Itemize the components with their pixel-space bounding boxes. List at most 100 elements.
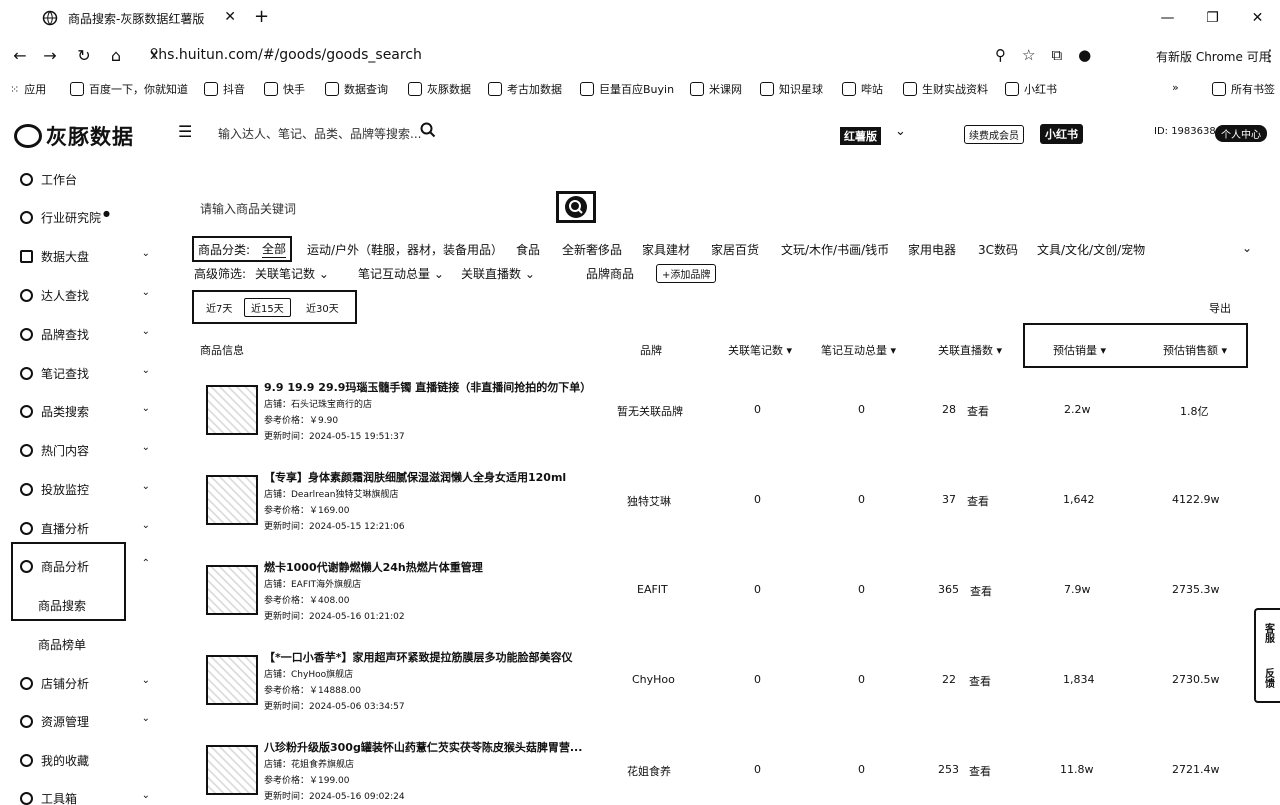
product-thumbnail[interactable] (206, 655, 258, 705)
bookmark-item[interactable]: 小红书 (1005, 81, 1057, 97)
product-thumbnail[interactable] (206, 385, 258, 435)
xhs-button[interactable]: 小红书 (1040, 124, 1083, 144)
col-interaction[interactable]: 笔记互动总量 ▾ (821, 342, 896, 358)
table-row[interactable]: 【专享】身体素颜霜润肤细腻保湿滋润懒人全身女适用120ml 店铺：Dearlre… (0, 463, 1280, 553)
category-item[interactable]: 运动/户外（鞋服，器材，装备用品） (307, 241, 503, 258)
product-title[interactable]: 【*一口小香芋*】家用超声环紧致提拉筋膜层多功能脸部美容仪 (264, 649, 573, 665)
product-title[interactable]: 【专享】身体素颜霜润肤细腻保湿滋润懒人全身女适用120ml (264, 469, 566, 485)
category-item[interactable]: 文玩/木作/书画/钱币 (781, 241, 889, 258)
sidebar-item-influencer[interactable]: 达人查找 ⌄ (20, 287, 150, 304)
view-live-link[interactable]: 查看 (967, 493, 989, 509)
back-icon[interactable]: ← (10, 46, 30, 65)
url-field[interactable]: xhs.huitun.com/#/goods/goods_search (150, 47, 422, 63)
product-live: 37 (942, 493, 956, 506)
range-15d[interactable]: 近15天 (244, 298, 291, 317)
restore-icon[interactable]: ❐ (1190, 0, 1235, 36)
export-button[interactable]: 导出 (1209, 300, 1231, 316)
col-live[interactable]: 关联直播数 ▾ (938, 342, 1002, 358)
product-title[interactable]: 9.9 19.9 29.9玛瑙玉髓手镯 直播链接（非直播间抢拍的勿下单） (264, 379, 591, 395)
col-notes[interactable]: 关联笔记数 ▾ (728, 342, 792, 358)
view-live-link[interactable]: 查看 (970, 583, 992, 599)
product-thumbnail[interactable] (206, 745, 258, 795)
minimize-icon[interactable]: — (1145, 0, 1190, 36)
reload-icon[interactable]: ↻ (74, 46, 94, 65)
menu-icon[interactable]: ⋮ (1262, 46, 1278, 65)
table-row[interactable]: 【*一口小香芋*】家用超声环紧致提拉筋膜层多功能脸部美容仪 店铺：ChyHoo旗… (0, 643, 1280, 733)
personal-center-button[interactable]: 个人中心 (1215, 125, 1267, 142)
category-item[interactable]: 食品 (516, 241, 540, 258)
category-item[interactable]: 3C数码 (978, 241, 1018, 258)
product-sales: 2.2w (1064, 403, 1091, 416)
filter-live[interactable]: 关联直播数 ⌄ (461, 265, 535, 282)
view-live-link[interactable]: 查看 (969, 673, 991, 689)
bookmark-item[interactable]: 快手 (264, 81, 305, 97)
menu-toggle-icon[interactable]: ☰ (178, 122, 192, 141)
category-item[interactable]: 全新奢侈品 (562, 241, 622, 258)
sidebar-item-dashboard[interactable]: 数据大盘 ⌄ (20, 248, 150, 265)
product-thumbnail[interactable] (206, 475, 258, 525)
profile-icon[interactable]: ● (1078, 46, 1091, 64)
filter-interaction[interactable]: 笔记互动总量 ⌄ (358, 265, 444, 282)
range-7d[interactable]: 近7天 (202, 300, 236, 315)
bookmark-item[interactable]: 考古加数据 (488, 81, 562, 97)
category-item[interactable]: 家居百货 (711, 241, 759, 258)
bookmark-folder[interactable]: 数据查询 (325, 81, 388, 97)
new-tab-button[interactable]: + (254, 6, 269, 27)
bookmark-icon (842, 82, 856, 96)
category-item[interactable]: 文具/文化/文创/宠物 (1037, 241, 1145, 258)
search-icon[interactable] (420, 122, 436, 138)
view-live-link[interactable]: 查看 (967, 403, 989, 419)
renew-button[interactable]: 续费成会员 (964, 125, 1024, 144)
bookmark-item[interactable]: 生财实战资料 (903, 81, 988, 97)
bookmark-all-folder[interactable]: 所有书签 (1212, 81, 1275, 97)
product-thumbnail[interactable] (206, 565, 258, 615)
bookmark-item[interactable]: 灰豚数据 (408, 81, 471, 97)
bookmark-item[interactable]: 巨量百应Buyin (580, 81, 674, 97)
category-all[interactable]: 全部 (262, 240, 287, 258)
bookmark-item[interactable]: 米课网 (690, 81, 742, 97)
product-title[interactable]: 八珍粉升级版300g罐装怀山药薏仁芡实茯苓陈皮猴头菇脾胃营... (264, 739, 582, 755)
category-item[interactable]: 家具建材 (642, 241, 690, 258)
table-row[interactable]: 燃卡1000代谢静燃懒人24h热燃片体重管理 店铺：EAFIT海外旗舰店 参考价… (0, 553, 1280, 643)
goods-search-input[interactable]: 请输入商品关键词 (200, 200, 296, 217)
bookmark-star-icon[interactable]: ☆ (1022, 46, 1035, 64)
range-30d[interactable]: 近30天 (302, 300, 343, 315)
browser-tab[interactable]: 商品搜索-灰豚数据红薯版 ✕ (32, 4, 246, 32)
category-item[interactable]: 家用电器 (908, 241, 956, 258)
extensions-icon[interactable]: ⧉ (1051, 46, 1062, 64)
global-search-input[interactable]: 输入达人、笔记、品类、品牌等搜索... (218, 125, 421, 142)
close-icon[interactable]: ✕ (224, 9, 236, 25)
product-gmv: 2730.5w (1172, 673, 1220, 686)
customer-service-button[interactable]: 客服 (1261, 623, 1276, 643)
chevron-down-icon: ⌄ (141, 248, 150, 259)
view-live-link[interactable]: 查看 (969, 763, 991, 779)
table-row[interactable]: 9.9 19.9 29.9玛瑙玉髓手镯 直播链接（非直播间抢拍的勿下单） 店铺：… (0, 373, 1280, 463)
forward-icon[interactable]: → (40, 46, 60, 65)
edition-badge[interactable]: 红薯版 (840, 127, 881, 145)
product-price: 参考价格：￥9.90 (264, 416, 339, 426)
chevron-down-icon[interactable]: ⌄ (1242, 241, 1252, 255)
bookmark-item[interactable]: 抖音 (204, 81, 245, 97)
sidebar-item-workbench[interactable]: 工作台 (20, 171, 150, 188)
window-close-icon[interactable]: ✕ (1235, 0, 1280, 36)
product-shop: 店铺：ChyHoo旗舰店 (264, 670, 354, 680)
chrome-update-button[interactable]: 有新版 Chrome 可用 (1156, 48, 1271, 65)
feedback-button[interactable]: 反馈 (1261, 668, 1276, 688)
bookmark-item[interactable]: 知识星球 (760, 81, 823, 97)
product-title[interactable]: 燃卡1000代谢静燃懒人24h热燃片体重管理 (264, 559, 483, 575)
bookmark-icon (408, 82, 422, 96)
zoom-icon[interactable]: ⚲ (995, 46, 1006, 64)
filter-brand-goods[interactable]: 品牌商品 (586, 265, 634, 282)
chevron-down-icon[interactable]: ⌄ (895, 124, 906, 139)
filter-notes[interactable]: 关联笔记数 ⌄ (255, 265, 329, 282)
logo[interactable]: 灰豚数据 (14, 121, 134, 151)
bookmark-item[interactable]: 哔站 (842, 81, 883, 97)
table-row[interactable]: 八珍粉升级版300g罐装怀山药薏仁芡实茯苓陈皮猴头菇脾胃营... 店铺：花姐食养… (0, 733, 1280, 805)
add-brand-button[interactable]: +添加品牌 (656, 264, 717, 283)
more-bookmarks-icon[interactable]: » (1172, 81, 1179, 94)
goods-search-button[interactable] (556, 191, 596, 223)
sidebar-item-research[interactable]: 行业研究院 ● (20, 209, 150, 226)
home-icon[interactable]: ⌂ (106, 46, 126, 65)
bookmark-apps[interactable]: ⁙ 应用 (10, 81, 46, 97)
bookmark-item[interactable]: 百度一下，你就知道 (70, 81, 188, 97)
